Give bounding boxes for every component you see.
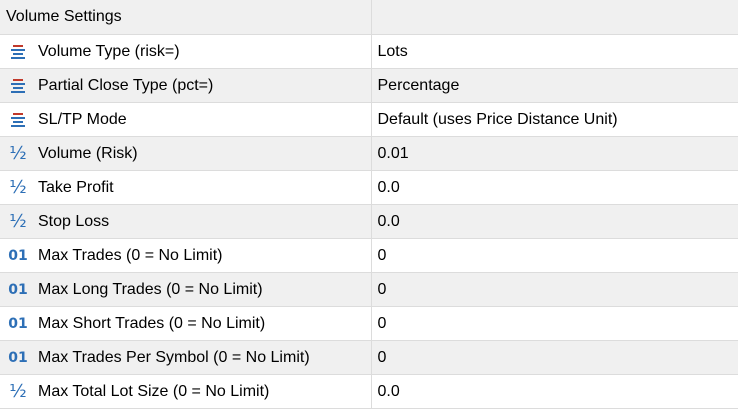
property-name-cell: 01 Max Long Trades (0 = No Limit) xyxy=(0,272,372,307)
property-row-volume-risk[interactable]: ½ Volume (Risk) 0.01 xyxy=(0,136,738,171)
fraction-icon: ½ xyxy=(9,380,27,402)
section-header-value-cell xyxy=(371,0,738,35)
property-row-volume-type[interactable]: Volume Type (risk=) Lots xyxy=(0,34,738,69)
property-label: Volume Type (risk=) xyxy=(38,42,180,60)
property-value-cell[interactable]: Percentage xyxy=(371,68,738,103)
property-name-cell: 01 Max Trades (0 = No Limit) xyxy=(0,238,372,273)
property-name-cell: SL/TP Mode xyxy=(0,102,372,137)
property-value-cell[interactable]: 0.01 xyxy=(371,136,738,171)
property-value-select[interactable]: Default (uses Price Distance Unit) xyxy=(372,111,618,128)
property-value-cell[interactable]: 0.0 xyxy=(371,204,738,239)
property-label: Take Profit xyxy=(38,178,114,196)
property-value-input[interactable]: 0 xyxy=(372,349,387,366)
integer-icon: 01 xyxy=(8,349,28,366)
property-value-cell[interactable]: 0 xyxy=(371,340,738,375)
property-value-cell[interactable]: 0 xyxy=(371,306,738,341)
property-value-cell[interactable]: 0 xyxy=(371,272,738,307)
property-row-max-long-trades[interactable]: 01 Max Long Trades (0 = No Limit) 0 xyxy=(0,272,738,307)
section-header-cell: Volume Settings xyxy=(0,0,372,35)
fraction-icon: ½ xyxy=(9,176,27,198)
property-row-stop-loss[interactable]: ½ Stop Loss 0.0 xyxy=(0,204,738,239)
property-value-input[interactable]: 0.0 xyxy=(372,213,400,230)
property-value-input[interactable]: 0 xyxy=(372,315,387,332)
property-label: Max Trades (0 = No Limit) xyxy=(38,246,223,264)
property-label: Max Total Lot Size (0 = No Limit) xyxy=(38,382,270,400)
property-name-cell: ½ Take Profit xyxy=(0,170,372,205)
property-value-cell[interactable]: 0.0 xyxy=(371,374,738,409)
property-row-max-total-lot-size[interactable]: ½ Max Total Lot Size (0 = No Limit) 0.0 xyxy=(0,374,738,409)
property-row-sltp-mode[interactable]: SL/TP Mode Default (uses Price Distance … xyxy=(0,102,738,137)
property-value-input[interactable]: 0.0 xyxy=(372,179,400,196)
property-name-cell: ½ Volume (Risk) xyxy=(0,136,372,171)
enum-list-icon xyxy=(6,74,30,98)
property-row-max-trades-per-symbol[interactable]: 01 Max Trades Per Symbol (0 = No Limit) … xyxy=(0,340,738,375)
property-label: Partial Close Type (pct=) xyxy=(38,76,214,94)
property-name-cell: ½ Max Total Lot Size (0 = No Limit) xyxy=(0,374,372,409)
property-name-cell: ½ Stop Loss xyxy=(0,204,372,239)
property-name-cell: 01 Max Trades Per Symbol (0 = No Limit) xyxy=(0,340,372,375)
property-label: SL/TP Mode xyxy=(38,110,127,128)
property-label: Stop Loss xyxy=(38,212,110,230)
property-value-cell[interactable]: 0 xyxy=(371,238,738,273)
property-row-partial-close-type[interactable]: Partial Close Type (pct=) Percentage xyxy=(0,68,738,103)
property-label: Max Long Trades (0 = No Limit) xyxy=(38,280,263,298)
property-row-max-trades[interactable]: 01 Max Trades (0 = No Limit) 0 xyxy=(0,238,738,273)
property-name-cell: 01 Max Short Trades (0 = No Limit) xyxy=(0,306,372,341)
property-label: Volume (Risk) xyxy=(38,144,138,162)
property-value-cell[interactable]: Lots xyxy=(371,34,738,69)
property-value-select[interactable]: Percentage xyxy=(372,77,460,94)
property-label: Max Trades Per Symbol (0 = No Limit) xyxy=(38,348,310,366)
property-name-cell: Volume Type (risk=) xyxy=(0,34,372,69)
property-name-cell: Partial Close Type (pct=) xyxy=(0,68,372,103)
section-title: Volume Settings xyxy=(6,8,122,25)
property-value-cell[interactable]: 0.0 xyxy=(371,170,738,205)
property-value-input[interactable]: 0.0 xyxy=(372,383,400,400)
fraction-icon: ½ xyxy=(9,210,27,232)
property-value-input[interactable]: 0 xyxy=(372,247,387,264)
property-value-select[interactable]: Lots xyxy=(372,43,408,60)
integer-icon: 01 xyxy=(8,281,28,298)
property-value-input[interactable]: 0 xyxy=(372,281,387,298)
property-value-input[interactable]: 0.01 xyxy=(372,145,409,162)
integer-icon: 01 xyxy=(8,315,28,332)
integer-icon: 01 xyxy=(8,247,28,264)
property-row-max-short-trades[interactable]: 01 Max Short Trades (0 = No Limit) 0 xyxy=(0,306,738,341)
property-value-cell[interactable]: Default (uses Price Distance Unit) xyxy=(371,102,738,137)
fraction-icon: ½ xyxy=(9,142,27,164)
properties-grid: Volume Settings Volume Type (risk=) Lots… xyxy=(0,0,738,409)
enum-list-icon xyxy=(6,40,30,64)
section-header-row[interactable]: Volume Settings xyxy=(0,0,738,35)
property-label: Max Short Trades (0 = No Limit) xyxy=(38,314,266,332)
property-row-take-profit[interactable]: ½ Take Profit 0.0 xyxy=(0,170,738,205)
enum-list-icon xyxy=(6,108,30,132)
